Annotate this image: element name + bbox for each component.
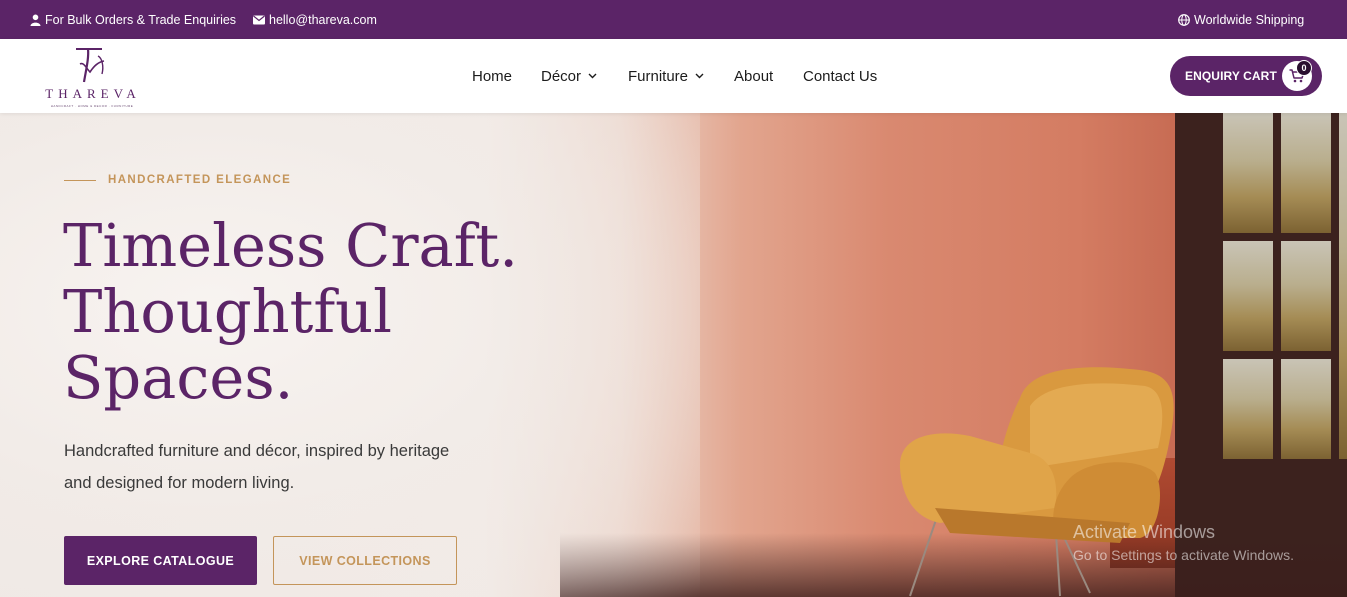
envelope-icon — [253, 14, 265, 26]
hero-subtitle: Handcrafted furniture and décor, inspire… — [64, 435, 514, 499]
headline-line-3: Spaces. — [63, 343, 294, 412]
hero-section: HANDCRAFTED ELEGANCE Timeless Craft. Tho… — [0, 113, 1347, 597]
nav-about[interactable]: About — [734, 39, 773, 113]
nav-furniture[interactable]: Furniture — [628, 39, 704, 113]
top-announcement-bar: For Bulk Orders & Trade Enquiries hello@… — [0, 0, 1347, 39]
nav-home-label: Home — [472, 67, 513, 85]
nav-about-label: About — [734, 67, 774, 85]
nav-decor[interactable]: Décor — [541, 39, 597, 113]
shipping-info: Worldwide Shipping — [1178, 0, 1304, 39]
chevron-down-icon — [695, 73, 704, 79]
nav-home[interactable]: Home — [472, 39, 512, 113]
hero-subtitle-line-2: and designed for modern living. — [64, 474, 295, 492]
globe-icon — [1178, 13, 1190, 26]
view-collections-button[interactable]: VIEW COLLECTIONS — [273, 536, 457, 585]
hero-subtitle-line-1: Handcrafted furniture and décor, inspire… — [64, 442, 450, 460]
explore-catalogue-button[interactable]: EXPLORE CATALOGUE — [64, 536, 257, 585]
nav-furniture-label: Furniture — [628, 67, 689, 85]
windows-activation-watermark: Activate Windows Go to Settings to activ… — [1073, 522, 1294, 563]
nav-contact-label: Contact Us — [803, 67, 878, 85]
kicker-divider — [64, 179, 96, 181]
watermark-title: Activate Windows — [1073, 522, 1216, 542]
headline-line-2: Thoughtful — [63, 277, 393, 346]
bulk-orders-info[interactable]: For Bulk Orders & Trade Enquiries — [29, 0, 236, 39]
bulk-orders-text: For Bulk Orders & Trade Enquiries — [45, 12, 237, 27]
logo-mark-icon — [76, 48, 105, 83]
watermark-subtitle: Go to Settings to activate Windows. — [1073, 547, 1294, 563]
chevron-down-icon — [588, 73, 597, 79]
hero-headline: Timeless Craft. Thoughtful Spaces. — [63, 213, 583, 411]
enquiry-cart-label: ENQUIRY CART — [1185, 69, 1277, 83]
user-icon — [29, 14, 41, 26]
site-logo[interactable]: THAREVA HANDCRAFT · HOME & DECOR · FURNI… — [40, 44, 146, 108]
email-link[interactable]: hello@thareva.com — [253, 0, 377, 39]
hero-kicker-text: HANDCRAFTED ELEGANCE — [108, 174, 292, 186]
cart-count-badge: 0 — [1296, 60, 1312, 76]
logo-tagline: HANDCRAFT · HOME & DECOR · FURNITURE — [50, 104, 134, 108]
hero-kicker: HANDCRAFTED ELEGANCE — [64, 174, 291, 186]
email-text: hello@thareva.com — [269, 12, 377, 27]
nav-contact[interactable]: Contact Us — [803, 39, 877, 113]
site-header: THAREVA HANDCRAFT · HOME & DECOR · FURNI… — [0, 39, 1347, 113]
headline-line-1: Timeless Craft. — [63, 211, 519, 280]
enquiry-cart-button[interactable]: ENQUIRY CART 0 — [1170, 56, 1322, 96]
shipping-text: Worldwide Shipping — [1194, 12, 1305, 27]
nav-decor-label: Décor — [541, 67, 582, 85]
logo-wordmark: THAREVA — [45, 86, 141, 101]
